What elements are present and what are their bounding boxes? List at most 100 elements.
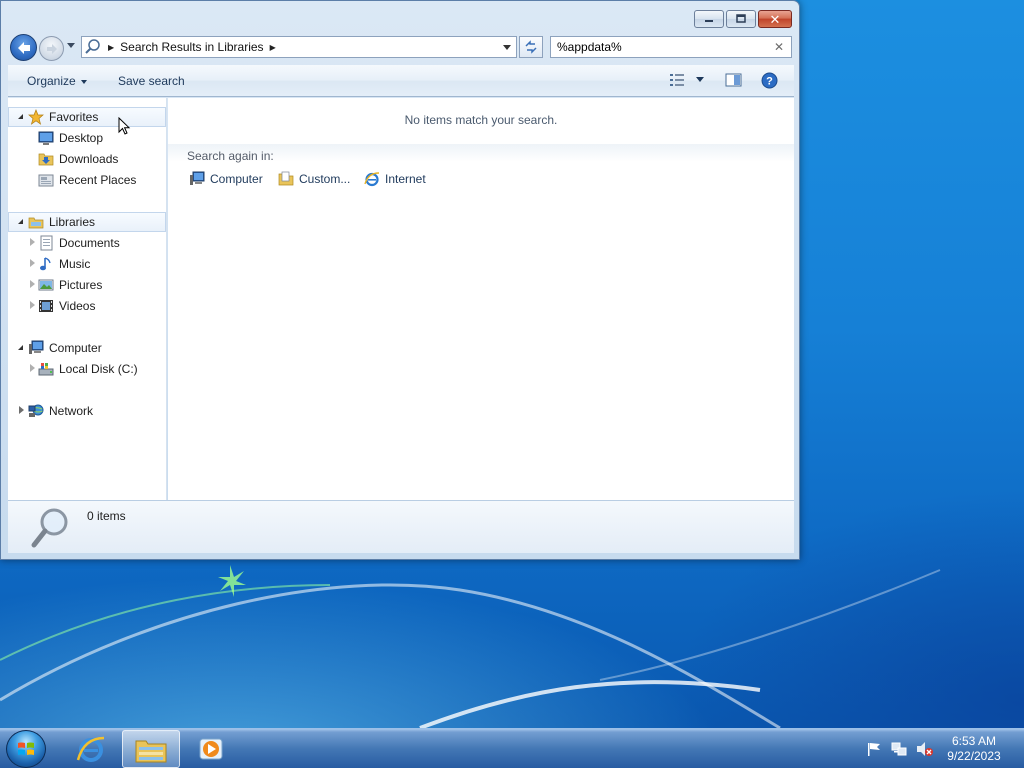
recent-pages-dropdown[interactable] — [67, 43, 75, 48]
expand-libraries-icon[interactable] — [18, 219, 23, 224]
organize-menu-button[interactable]: Organize — [27, 74, 87, 88]
sidebar-item-music[interactable]: Music — [38, 254, 90, 274]
documents-label: Documents — [59, 236, 120, 250]
libraries-label: Libraries — [49, 215, 96, 229]
refresh-button[interactable] — [519, 36, 543, 58]
videos-label: Videos — [59, 299, 96, 313]
star-icon — [28, 109, 44, 125]
sidebar-item-documents[interactable]: Documents — [38, 233, 120, 253]
search-box[interactable]: ✕ — [550, 36, 792, 58]
help-icon[interactable]: ? — [761, 72, 778, 89]
expand-favorites-icon[interactable] — [18, 114, 23, 119]
minimize-icon — [705, 20, 713, 22]
recent-places-label: Recent Places — [59, 173, 137, 187]
internet-explorer-icon — [76, 736, 105, 762]
maximize-button[interactable] — [726, 10, 756, 28]
sidebar-item-pictures[interactable]: Pictures — [38, 275, 102, 295]
save-search-button[interactable]: Save search — [118, 74, 185, 88]
internet-explorer-icon — [364, 172, 380, 187]
downloads-label: Downloads — [59, 152, 119, 166]
back-arrow-icon — [17, 41, 30, 54]
close-button[interactable]: ✕ — [758, 10, 792, 28]
sidebar-item-favorites[interactable]: Favorites — [28, 107, 98, 127]
volume-muted-icon[interactable] — [916, 741, 934, 757]
expand-local-disk-icon[interactable] — [30, 364, 35, 372]
view-options-chevron-icon[interactable] — [696, 77, 704, 83]
close-icon: ✕ — [769, 11, 781, 27]
navigation-row: ▶ Search Results in Libraries ▶ ✕ — [1, 33, 799, 61]
chevron-down-icon — [80, 79, 87, 84]
back-button[interactable] — [10, 34, 37, 61]
address-bar[interactable]: ▶ Search Results in Libraries ▶ — [81, 36, 517, 58]
forward-button[interactable] — [39, 36, 64, 61]
mouse-pointer-icon — [118, 117, 131, 135]
windows-logo-icon — [18, 742, 34, 755]
search-again-computer-link[interactable]: Computer — [189, 171, 263, 187]
empty-results-message: No items match your search. — [404, 113, 558, 127]
desktop-icon — [38, 131, 54, 145]
windows-explorer-icon — [135, 740, 167, 763]
explorer-window: ✕ ▶ Search Results in Libraries ▶ %appda… — [0, 0, 800, 560]
sidebar-item-downloads[interactable]: Downloads — [38, 149, 118, 169]
forward-arrow-icon — [46, 43, 57, 54]
system-clock[interactable]: 6:53 AM 9/22/2023 — [944, 734, 1004, 764]
expand-music-icon[interactable] — [30, 259, 35, 267]
custom-folder-icon — [278, 171, 294, 186]
clock-time: 6:53 AM — [951, 734, 997, 748]
breadcrumb-separator-icon[interactable]: ▶ — [108, 43, 114, 52]
computer-icon — [190, 171, 205, 185]
music-icon — [40, 257, 51, 271]
taskbar-internet-explorer[interactable] — [62, 730, 120, 768]
downloads-folder-icon — [38, 153, 54, 166]
clear-search-icon[interactable]: ✕ — [774, 40, 784, 54]
network-status-icon[interactable] — [891, 741, 907, 757]
sidebar-item-computer[interactable]: Computer — [28, 338, 102, 358]
expand-network-icon[interactable] — [19, 406, 24, 414]
preview-pane-icon[interactable] — [725, 72, 742, 88]
change-view-icon[interactable] — [669, 72, 685, 88]
network-icon — [28, 404, 44, 417]
search-input[interactable] — [551, 38, 761, 56]
refresh-icon — [525, 40, 537, 54]
recent-places-icon — [38, 174, 54, 187]
videos-icon — [39, 300, 53, 312]
expand-documents-icon[interactable] — [30, 238, 35, 246]
command-bar: Organize Save search ? — [8, 65, 794, 97]
pictures-label: Pictures — [59, 278, 103, 292]
item-count: 0 items — [87, 509, 126, 523]
search-again-custom-label: Custom... — [299, 172, 351, 186]
desktop-label: Desktop — [59, 131, 104, 145]
search-again-internet-label: Internet — [385, 172, 426, 186]
sidebar-item-local-disk[interactable]: Local Disk (C:) — [38, 359, 138, 379]
file-list-area[interactable]: No items match your search. Search again… — [168, 98, 794, 500]
navigation-pane: Favorites Desktop Downloads Recent Place… — [8, 98, 167, 500]
pictures-icon — [38, 279, 54, 291]
search-again-computer-label: Computer — [210, 172, 263, 186]
breadcrumb-search-results[interactable]: Search Results in Libraries — [120, 40, 263, 54]
expand-videos-icon[interactable] — [30, 301, 35, 309]
minimize-button[interactable] — [694, 10, 724, 28]
address-history-dropdown[interactable] — [503, 45, 511, 50]
title-bar[interactable]: ✕ — [1, 1, 799, 33]
sidebar-item-videos[interactable]: Videos — [38, 296, 95, 316]
search-icon — [85, 39, 100, 54]
sidebar-item-libraries[interactable]: Libraries — [28, 212, 95, 232]
sidebar-item-desktop[interactable]: Desktop — [38, 128, 103, 148]
taskbar-media-player[interactable] — [182, 730, 240, 768]
documents-icon — [40, 235, 53, 251]
action-center-flag-icon[interactable] — [866, 741, 882, 757]
media-player-icon — [199, 738, 223, 760]
maximize-icon — [736, 14, 746, 23]
save-search-label: Save search — [118, 74, 185, 88]
expand-pictures-icon[interactable] — [30, 280, 35, 288]
computer-icon — [29, 340, 44, 354]
sidebar-item-recent-places[interactable]: Recent Places — [38, 170, 136, 190]
sidebar-item-network[interactable]: Network — [28, 401, 93, 421]
start-button[interactable] — [6, 730, 46, 768]
taskbar-windows-explorer[interactable] — [122, 730, 180, 768]
breadcrumb-separator-icon[interactable]: ▶ — [270, 43, 276, 52]
search-again-internet-link[interactable]: Internet — [364, 171, 426, 187]
local-disk-icon — [38, 363, 54, 376]
expand-computer-icon[interactable] — [18, 345, 23, 350]
search-again-custom-link[interactable]: Custom... — [278, 171, 350, 187]
